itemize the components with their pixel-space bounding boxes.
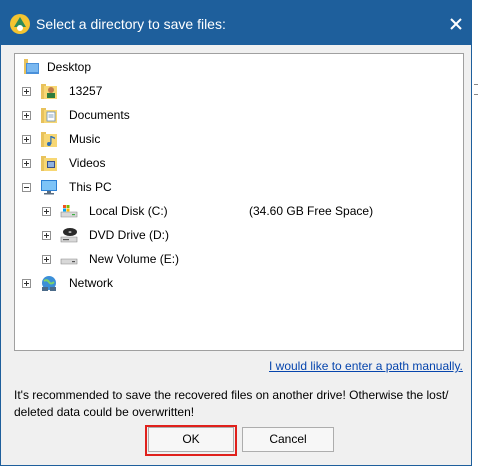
expand-icon[interactable]: [42, 255, 51, 264]
expand-icon[interactable]: [22, 159, 31, 168]
expand-icon[interactable]: [22, 279, 31, 288]
tree-item-label: Music: [69, 132, 101, 146]
tree-item-label: New Volume (E:): [89, 252, 180, 266]
expand-icon[interactable]: [22, 135, 31, 144]
close-icon[interactable]: [445, 13, 467, 35]
local-disk-icon: [60, 205, 78, 218]
cancel-button[interactable]: Cancel: [242, 427, 334, 452]
free-space-label: (34.60 GB Free Space): [249, 204, 374, 218]
tree-item-label: Documents: [69, 108, 130, 122]
tree-item-local-disk[interactable]: Local Disk (C:) (34.60 GB Free Space): [39, 200, 459, 222]
app-icon: [10, 14, 30, 34]
tree-item-label: 13257: [69, 84, 103, 98]
expand-icon[interactable]: [42, 207, 51, 216]
tree-item-label: This PC: [69, 180, 112, 194]
collapse-icon[interactable]: [22, 183, 31, 192]
tree-item-desktop[interactable]: Desktop: [19, 56, 459, 78]
documents-folder-icon: [41, 108, 57, 123]
message-line: It's recommended to save the recovered f…: [14, 388, 449, 402]
tree-item-label: Local Disk (C:): [89, 204, 168, 218]
message-line: deleted data could be overwritten!: [14, 405, 195, 419]
title-bar: Select a directory to save files:: [1, 1, 473, 45]
tree-item-label: Network: [69, 276, 114, 290]
drive-icon: [60, 258, 78, 265]
user-folder-icon: [41, 84, 57, 99]
ok-button[interactable]: OK: [148, 427, 234, 452]
computer-icon: [41, 180, 57, 195]
tree-item-label: DVD Drive (D:): [89, 228, 169, 242]
tree-item-dvd-drive[interactable]: DVD Drive (D:): [39, 224, 459, 246]
music-folder-icon: [41, 132, 57, 147]
expand-icon[interactable]: [22, 87, 31, 96]
background-divider: [474, 84, 478, 85]
folder-tree[interactable]: Desktop 13257 Documents Music Videos Thi…: [14, 53, 464, 351]
tree-item-this-pc[interactable]: This PC: [19, 176, 459, 198]
tree-item-videos[interactable]: Videos: [19, 152, 459, 174]
dvd-drive-icon: [60, 228, 78, 243]
tree-item-documents[interactable]: Documents: [19, 104, 459, 126]
tree-item-label: Videos: [69, 156, 106, 170]
tree-item-new-volume[interactable]: New Volume (E:): [39, 248, 459, 270]
background-divider: [474, 94, 478, 95]
tree-item-user[interactable]: 13257: [19, 80, 459, 102]
videos-folder-icon: [41, 156, 57, 171]
tree-item-network[interactable]: Network: [19, 272, 459, 294]
expand-icon[interactable]: [42, 231, 51, 240]
network-icon: [42, 276, 56, 291]
dialog-title: Select a directory to save files:: [36, 16, 226, 32]
dialog-window: Select a directory to save files: Deskto…: [0, 0, 473, 466]
recommendation-message: It's recommended to save the recovered f…: [14, 387, 464, 421]
desktop-folder-icon: [24, 59, 39, 74]
tree-item-label: Desktop: [47, 60, 92, 74]
manual-path-link[interactable]: I would like to enter a path manually.: [269, 359, 463, 373]
expand-icon[interactable]: [22, 111, 31, 120]
tree-item-music[interactable]: Music: [19, 128, 459, 150]
background-window-edge: [472, 0, 480, 469]
